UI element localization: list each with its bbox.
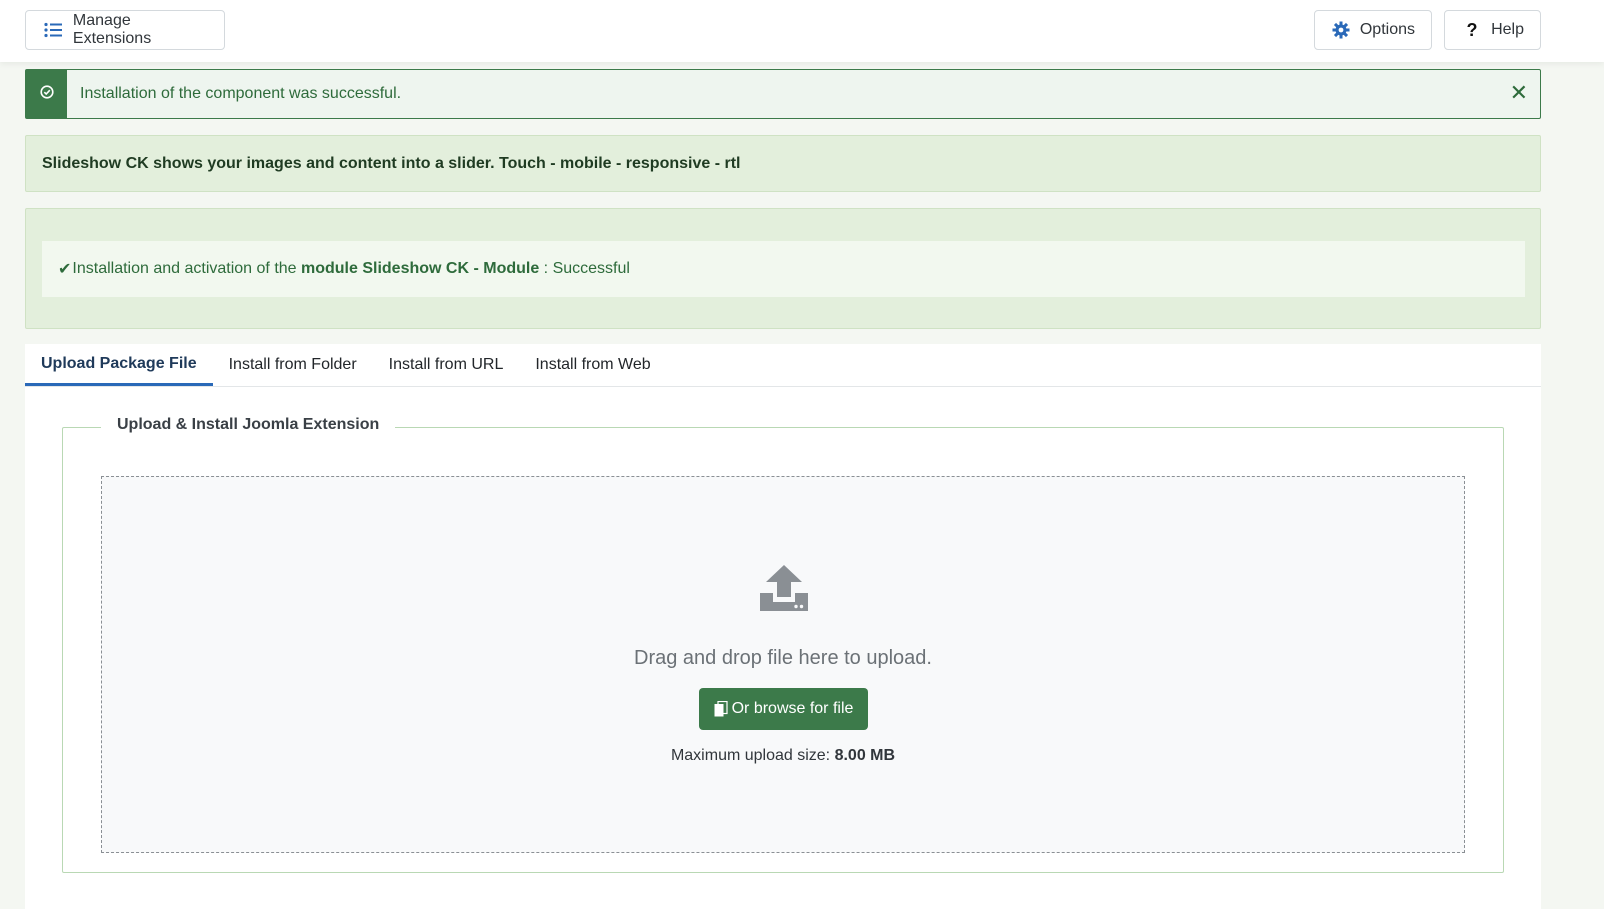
drop-instructions: Drag and drop file here to upload. [634,647,932,669]
help-button[interactable]: ? Help [1444,10,1541,50]
checkmark-icon: ✔ [58,261,72,278]
list-icon [40,22,67,38]
tab-install-from-web[interactable]: Install from Web [519,344,666,386]
upload-legend: Upload & Install Joomla Extension [101,416,396,434]
extension-description: Slideshow CK shows your images and conte… [25,135,1541,192]
result-module-name: module Slideshow CK - Module [301,260,540,277]
tab-upload-package-file[interactable]: Upload Package File [25,344,213,386]
installer-tabs: Upload Package File Install from Folder … [25,344,1541,909]
copy-icon [714,701,728,717]
tab-install-from-folder[interactable]: Install from Folder [213,344,373,386]
upload-fieldset: Upload & Install Joomla Extension Drag a… [62,416,1504,873]
drop-zone[interactable]: Drag and drop file here to upload. Or br… [101,476,1465,853]
help-label: Help [1491,21,1524,38]
alert-badge [26,70,67,118]
max-size-label: Maximum upload size: [670,747,835,764]
gear-icon [1329,21,1354,39]
toolbar: Manage Extensions Options ? Help [0,0,1604,62]
close-icon[interactable]: ✕ [1510,80,1528,106]
install-result-panel: ✔ Installation and activation of the mod… [25,208,1541,329]
success-alert: Installation of the component was succes… [25,69,1541,119]
result-suffix: : Successful [539,260,630,277]
manage-extensions-button[interactable]: Manage Extensions [25,10,225,50]
max-upload-size: Maximum upload size: 8.00 MB [102,747,1464,765]
check-circle-icon [39,84,54,104]
max-size-value: 8.00 MB [834,747,896,764]
upload-icon [758,563,810,613]
options-label: Options [1359,21,1415,38]
manage-extensions-label: Manage Extensions [72,12,152,47]
result-prefix: Installation and activation of the [72,260,301,277]
options-button[interactable]: Options [1314,10,1432,50]
install-result-message: ✔ Installation and activation of the mod… [42,241,1525,297]
description-text: Slideshow CK shows your images and conte… [42,154,741,172]
alert-message: Installation of the component was succes… [80,85,402,102]
tab-install-from-url[interactable]: Install from URL [373,344,520,386]
browse-file-button[interactable]: Or browse for file [699,688,868,730]
question-icon: ? [1466,19,1478,40]
tab-bar: Upload Package File Install from Folder … [25,344,1541,387]
browse-file-label: Or browse for file [731,700,854,717]
